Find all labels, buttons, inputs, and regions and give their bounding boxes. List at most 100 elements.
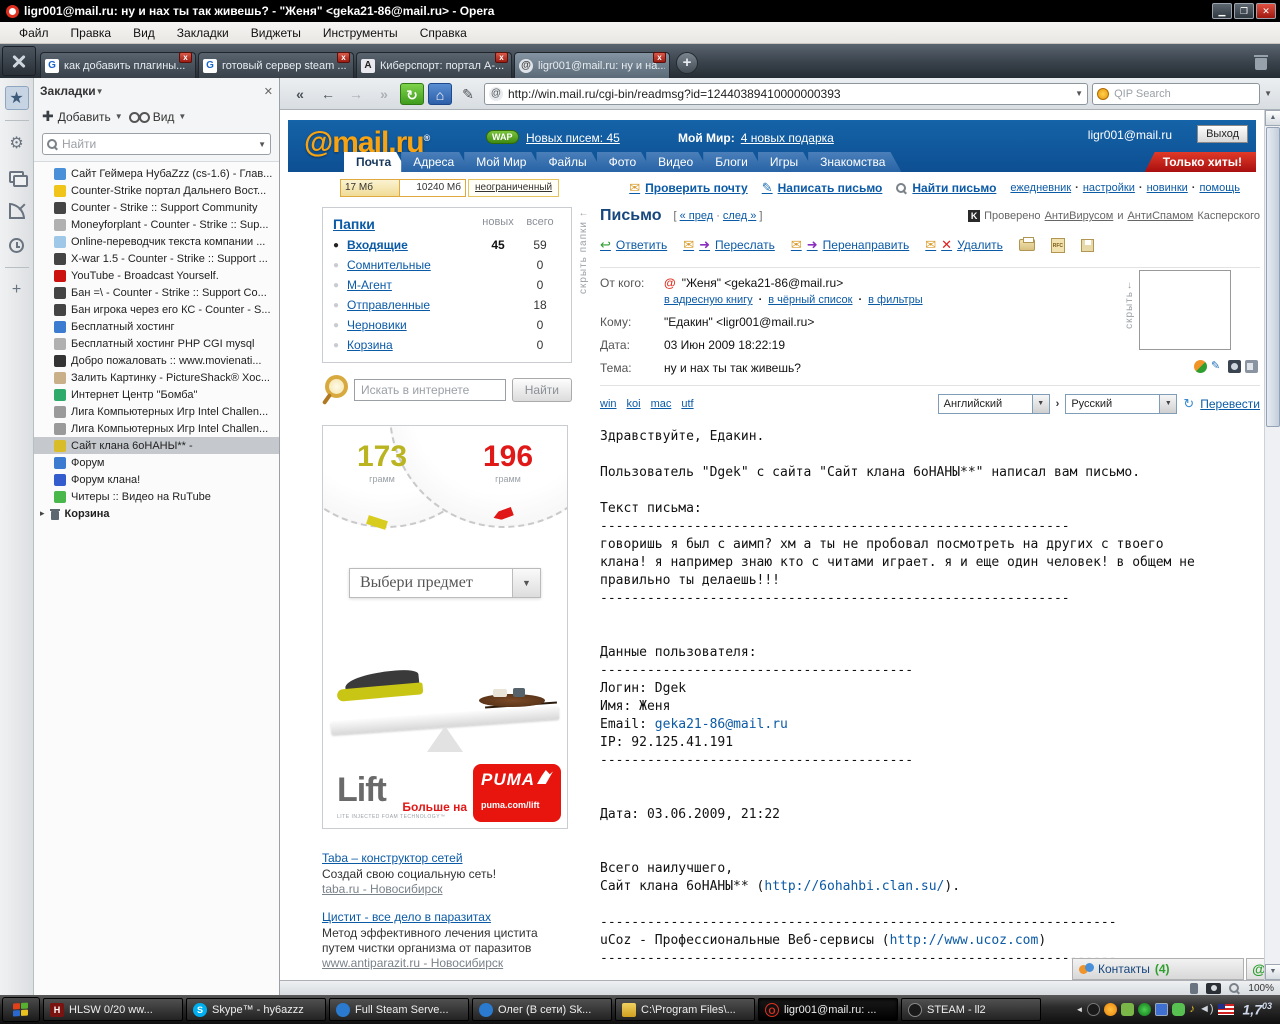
sender-email-link[interactable]: geka21-86@mail.ru xyxy=(655,717,788,732)
bookmark-add-button[interactable]: ✚ Добавить ▼ xyxy=(42,108,123,125)
mailru-tab-2[interactable]: Адреса xyxy=(401,152,470,172)
bookmark-item[interactable]: Сайт Геймера НубаZzz (cs-1.6) - Глав... xyxy=(34,165,279,182)
zoom-level[interactable]: 100% xyxy=(1248,983,1274,994)
folder-link[interactable]: М-Агент xyxy=(347,278,477,292)
compose-link[interactable]: ✎ Написать письмо xyxy=(762,180,883,196)
bookmark-item[interactable]: Форум xyxy=(34,454,279,471)
ad-url-link[interactable]: www.antiparazit.ru - Новосибирск xyxy=(322,956,503,970)
bookmark-item[interactable]: Лига Компьютерных Игр Intel Challen... xyxy=(34,420,279,437)
puma-logo-box[interactable]: PUMA puma.com/lift xyxy=(473,764,561,822)
encoding-utf-link[interactable]: utf xyxy=(681,398,693,410)
closed-tabs-trash-icon[interactable] xyxy=(1254,54,1268,70)
bookmark-item[interactable]: Интернет Центр "Бомба" xyxy=(34,386,279,403)
write-icon[interactable]: ✎ xyxy=(1211,360,1224,373)
bookmarks-trash-item[interactable]: ▸ Корзина xyxy=(34,505,279,522)
page-scrollbar[interactable]: ▲ ▼ xyxy=(1264,110,1280,980)
news-link[interactable]: новинки xyxy=(1147,182,1188,194)
translate-link[interactable]: Перевести xyxy=(1200,397,1260,411)
ad-title-link[interactable]: Taba – конструктор сетей xyxy=(322,851,572,865)
url-field[interactable]: @ ▼ xyxy=(484,82,1089,105)
scroll-down-arrow[interactable]: ▼ xyxy=(1265,964,1280,980)
panel-bookmarks-star-icon[interactable]: ★ xyxy=(4,86,29,110)
new-tab-button[interactable]: + xyxy=(676,52,698,74)
bookmark-item[interactable]: Бан игрока через его КС - Counter - S... xyxy=(34,301,279,318)
ad-title-link[interactable]: Цистит - все дело в паразитах xyxy=(322,910,572,924)
mailru-tab-7[interactable]: Блоги xyxy=(703,152,764,172)
mailru-tab-1[interactable]: Почта xyxy=(344,152,407,172)
taskbar-button[interactable]: Oligr001@mail.ru: ... xyxy=(758,998,898,1021)
folder-link[interactable]: Сомнительные xyxy=(347,258,477,272)
wap-badge[interactable]: WAP xyxy=(486,130,519,144)
add-to-blacklist-link[interactable]: в чёрный список xyxy=(768,294,852,306)
puma-ad-banner[interactable]: 173 грамм 196 грамм Выбери предмет ▼ Lif… xyxy=(322,425,568,829)
hide-photo-link[interactable]: ↓ скрыть xyxy=(1124,280,1135,350)
bookmark-item[interactable]: X-war 1.5 - Counter - Strike :: Support … xyxy=(34,250,279,267)
gifts-link[interactable]: 4 новых подарка xyxy=(741,131,834,145)
folder-link[interactable]: Отправленные xyxy=(347,298,477,312)
pencil-icon[interactable]: ✎ xyxy=(456,83,480,105)
home-button[interactable]: ⌂ xyxy=(428,82,452,105)
scroll-up-arrow[interactable]: ▲ xyxy=(1265,110,1280,126)
contacts-bar[interactable]: Контакты (4) xyxy=(1072,958,1244,980)
panel-transfers-icon[interactable] xyxy=(5,199,29,223)
help-link[interactable]: помощь xyxy=(1199,182,1240,194)
mailru-tab-4[interactable]: Файлы xyxy=(536,152,602,172)
translate-to-select[interactable]: Русский ▼ xyxy=(1065,394,1178,414)
panel-history-clock-icon[interactable] xyxy=(5,233,29,257)
steam-tray-icon[interactable] xyxy=(1087,1003,1101,1016)
next-message-link[interactable]: след » xyxy=(723,210,756,222)
bookmark-item[interactable]: Сайт клана 6оНАНЫ** - xyxy=(34,437,279,454)
quota-unlimited-link[interactable]: неограниченный xyxy=(468,179,560,197)
panel-close-icon[interactable]: ✕ xyxy=(264,85,273,98)
browser-tab-active[interactable]: @ ligr001@mail.ru: ну и на... x xyxy=(514,52,670,78)
folder-link[interactable]: Корзина xyxy=(347,338,477,352)
taskbar-button[interactable]: STEAM - ll2 xyxy=(901,998,1041,1021)
sender-photo[interactable] xyxy=(1139,270,1231,350)
tray-clock[interactable]: 1,703 xyxy=(1241,1001,1278,1018)
forward-button[interactable]: ✉ ➜ Переслать xyxy=(683,237,775,253)
menu-help[interactable]: Справка xyxy=(409,24,478,42)
mailru-tab-8[interactable]: Игры xyxy=(758,152,814,172)
start-button[interactable] xyxy=(2,997,40,1022)
translate-from-select[interactable]: Английский ▼ xyxy=(937,394,1050,414)
bookmark-item[interactable]: Counter - Strike :: Support Community xyxy=(34,199,279,216)
bookmark-item[interactable]: Добро пожаловать :: www.movienati... xyxy=(34,352,279,369)
text-ad[interactable]: Цистит - все дело в паразитах Метод эффек… xyxy=(322,910,572,970)
antivirus-link[interactable]: АнтиВирусом xyxy=(1045,210,1114,222)
taskbar-button[interactable]: Олег (В сети) Sk... xyxy=(472,998,612,1021)
chevron-down-icon[interactable]: ▼ xyxy=(512,569,540,597)
web-search-button[interactable]: Найти xyxy=(511,378,572,402)
menu-view[interactable]: Вид xyxy=(122,24,166,42)
volume-mixer-icon[interactable]: ♪ xyxy=(1189,1003,1195,1016)
tab-hits[interactable]: Только хиты! xyxy=(1144,152,1256,172)
rfc-icon[interactable]: RFC xyxy=(1050,237,1065,253)
minimize-button[interactable]: ▁ xyxy=(1212,3,1232,19)
redirect-button[interactable]: ✉ ➜ Перенаправить xyxy=(791,237,909,253)
qip-search-input[interactable] xyxy=(1114,87,1256,100)
save-icon[interactable] xyxy=(1080,238,1094,252)
bookmark-item[interactable]: Moneyforplant - Counter - Strike :: Sup.… xyxy=(34,216,279,233)
menu-widgets[interactable]: Виджеты xyxy=(240,24,312,42)
tab-close-icon[interactable]: x xyxy=(179,52,192,63)
bookmarks-search-field[interactable]: ▼ xyxy=(42,133,271,155)
photo-icon[interactable] xyxy=(1228,360,1241,373)
encoding-win-link[interactable]: win xyxy=(600,398,617,410)
menu-bookmarks[interactable]: Закладки xyxy=(166,24,240,42)
encoding-koi-link[interactable]: koi xyxy=(627,398,641,410)
browser-tab-2[interactable]: G готовый сервер steam ... x xyxy=(198,52,354,78)
bookmark-item[interactable]: Бан =\ - Counter - Strike :: Support Co.… xyxy=(34,284,279,301)
daybook-link[interactable]: ежедневник xyxy=(1010,182,1071,194)
text-ad[interactable]: Taba – конструктор сетей Создай свою соци… xyxy=(322,851,572,896)
bookmark-item[interactable]: Читеры :: Видео на RuTube xyxy=(34,488,279,505)
tray-collapse-arrow[interactable]: ◄ xyxy=(1076,1005,1084,1014)
menu-edit[interactable]: Правка xyxy=(60,24,123,42)
device-icon[interactable] xyxy=(1190,982,1199,994)
taskbar-button[interactable]: H HLSW 0/20 ww... xyxy=(43,998,183,1021)
mailru-tab-9[interactable]: Знакомства xyxy=(808,152,901,172)
chevron-down-icon[interactable]: ▼ xyxy=(258,140,266,149)
clan-site-link[interactable]: http://6ohahbi.clan.su/ xyxy=(764,879,944,894)
reply-button[interactable]: ↩ Ответить xyxy=(600,237,667,253)
mailru-tab-3[interactable]: Мой Мир xyxy=(464,152,542,172)
panel-notes-icon[interactable] xyxy=(5,165,29,189)
find-mail-link[interactable]: Найти письмо xyxy=(896,181,996,195)
